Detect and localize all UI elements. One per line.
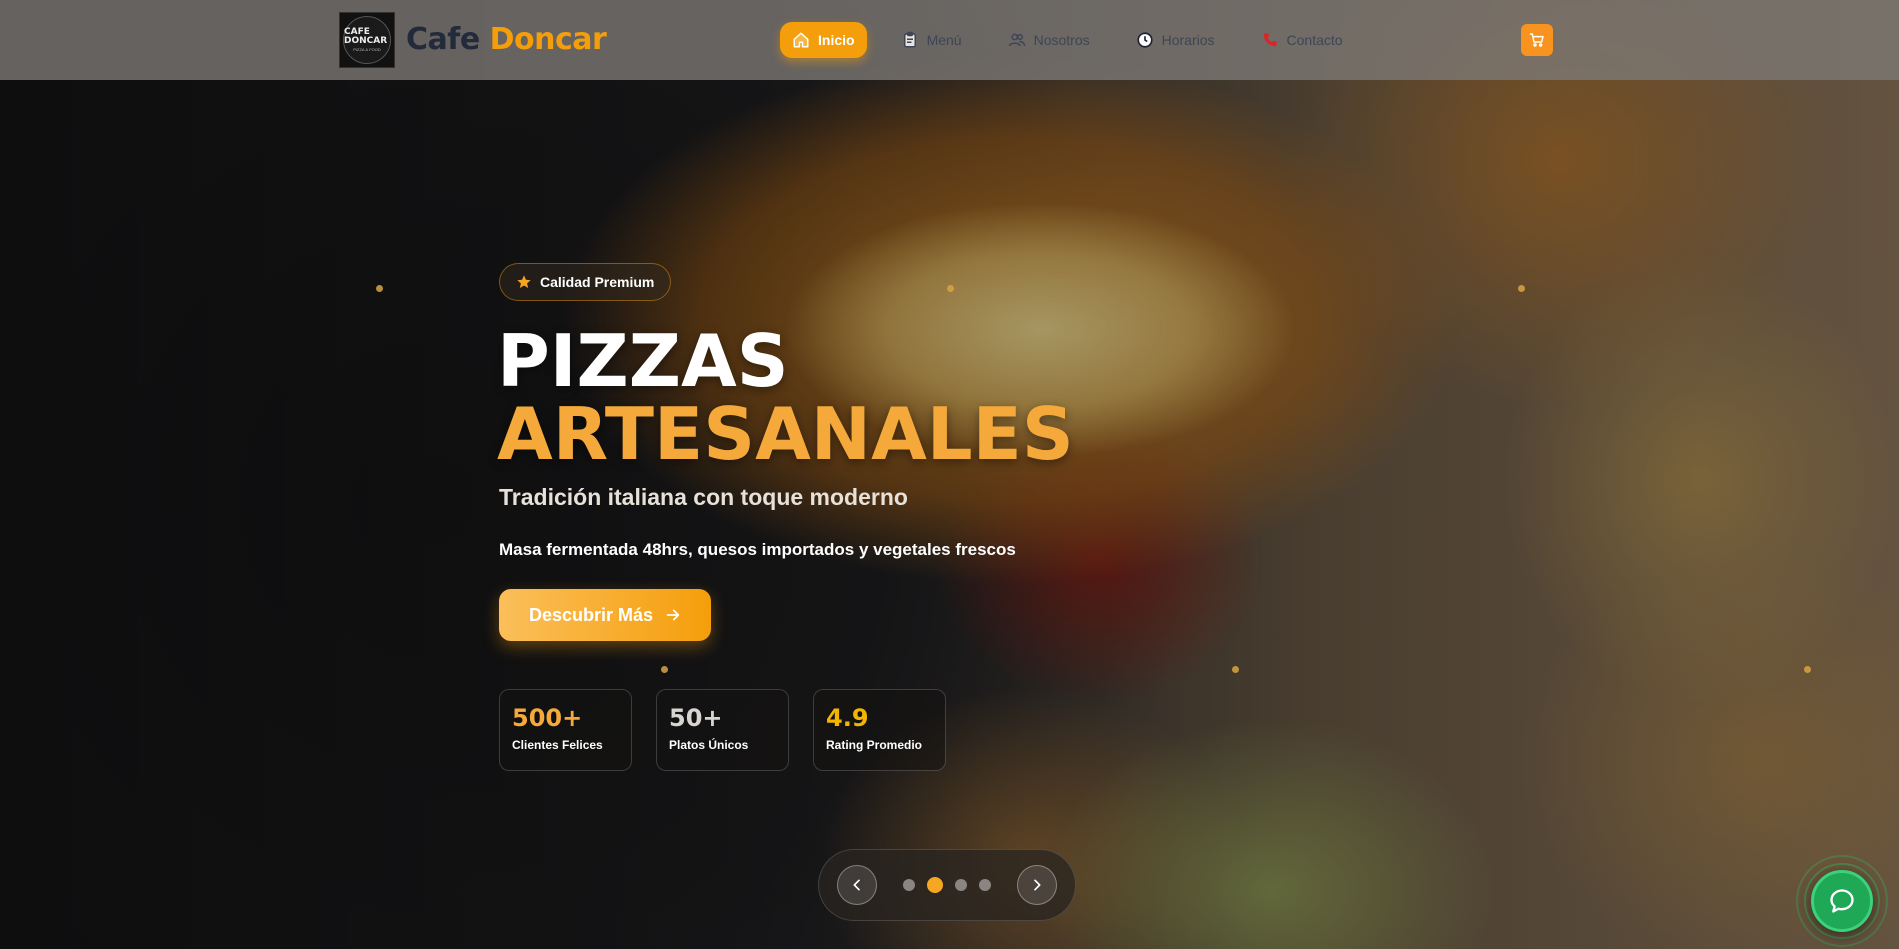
cart-button[interactable] xyxy=(1521,24,1553,56)
slider-dot[interactable] xyxy=(979,879,991,891)
brand-name[interactable]: Cafe Doncar xyxy=(406,22,607,57)
hero-title-line2: ARTESANALES xyxy=(497,392,1074,476)
slider-controls xyxy=(818,849,1076,921)
stat-card: 50+ Platos Únicos xyxy=(656,689,789,771)
stat-value: 4.9 xyxy=(826,704,869,732)
stat-card: 4.9 Rating Promedio xyxy=(813,689,946,771)
stat-card: 500+ Clientes Felices xyxy=(499,689,632,771)
users-icon xyxy=(1008,33,1025,47)
slider-dot[interactable] xyxy=(927,877,943,893)
next-slide-button[interactable] xyxy=(1017,865,1057,905)
nav-item-contacto[interactable]: Contacto xyxy=(1249,22,1355,58)
discover-more-button[interactable]: Descubrir Más xyxy=(499,589,711,641)
slider-dot[interactable] xyxy=(903,879,915,891)
phone-icon xyxy=(1263,33,1277,47)
stat-label: Clientes Felices xyxy=(512,738,603,752)
stat-label: Platos Únicos xyxy=(669,738,749,752)
hero-description: Masa fermentada 48hrs, quesos importados… xyxy=(499,540,1016,559)
home-icon xyxy=(793,32,809,48)
decorative-particle xyxy=(661,666,668,673)
nav-item-label: Horarios xyxy=(1161,32,1215,48)
nav-item-label: Inicio xyxy=(818,32,855,48)
nav-item-label: Nosotros xyxy=(1033,32,1090,48)
arrow-right-icon xyxy=(666,609,680,621)
logo-text: CAFE DONCAR xyxy=(344,27,388,46)
stat-label: Rating Promedio xyxy=(826,738,923,752)
brand-name-part2: Doncar xyxy=(489,22,607,57)
prev-slide-button[interactable] xyxy=(837,865,877,905)
chat-bubble-icon xyxy=(1830,889,1854,913)
navbar: CAFE DONCAR PIZZA & FOOD Cafe Doncar Ini… xyxy=(0,0,1899,80)
hero-subtitle: Tradición italiana con toque moderno xyxy=(499,484,908,510)
whatsapp-button[interactable] xyxy=(1811,870,1873,932)
clock-icon xyxy=(1137,32,1153,48)
brand-logo[interactable]: CAFE DONCAR PIZZA & FOOD xyxy=(339,12,395,68)
badge-label: Calidad Premium xyxy=(540,274,655,290)
cta-label: Descubrir Más xyxy=(528,604,654,625)
nav-item-menu[interactable]: Menú xyxy=(889,22,974,58)
logo-emblem: CAFE DONCAR PIZZA & FOOD xyxy=(343,16,391,64)
cart-icon xyxy=(1529,33,1544,47)
nav-item-horarios[interactable]: Horarios xyxy=(1124,22,1227,58)
decorative-particle xyxy=(1804,666,1811,673)
decorative-particle xyxy=(1232,666,1239,673)
nav-item-nosotros[interactable]: Nosotros xyxy=(996,22,1102,58)
brand-name-part1: Cafe xyxy=(406,22,480,57)
premium-badge: Calidad Premium xyxy=(499,263,672,301)
decorative-particle xyxy=(376,285,383,292)
slider-dot[interactable] xyxy=(955,879,967,891)
hero-title-line1: PIZZAS xyxy=(497,319,789,403)
clipboard-icon xyxy=(903,31,916,48)
decorative-particle xyxy=(1518,285,1525,292)
stat-value: 50+ xyxy=(669,704,723,732)
nav-item-label: Menú xyxy=(926,32,962,48)
star-icon xyxy=(517,275,531,288)
chevron-left-icon xyxy=(853,879,860,891)
chevron-right-icon xyxy=(1034,879,1041,891)
stats-row: 500+ Clientes Felices 50+ Platos Únicos … xyxy=(499,689,946,771)
slider-dots xyxy=(903,877,991,893)
nav-item-label: Contacto xyxy=(1286,32,1343,48)
nav-item-inicio[interactable]: Inicio xyxy=(780,22,867,58)
stat-value: 500+ xyxy=(512,704,583,732)
decorative-particle xyxy=(947,285,954,292)
main-nav: Inicio Menú Nosotros Horarios Contacto xyxy=(780,22,1355,58)
logo-tagline: PIZZA & FOOD xyxy=(353,47,381,52)
